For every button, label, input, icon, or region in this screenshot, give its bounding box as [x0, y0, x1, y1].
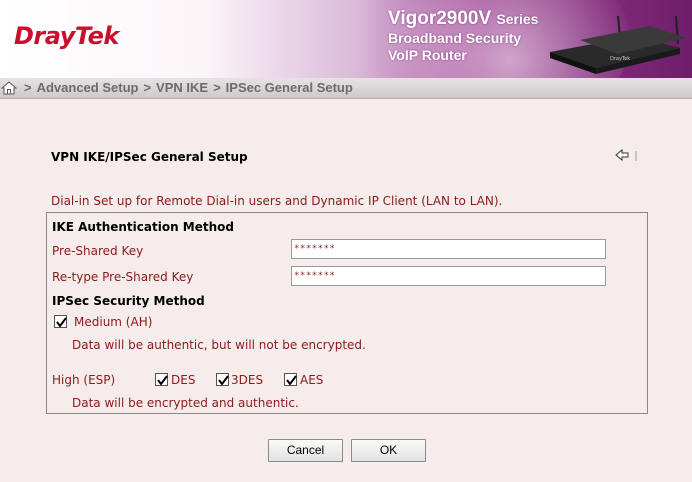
- cancel-button[interactable]: Cancel: [268, 439, 343, 462]
- aes-checkbox[interactable]: [284, 373, 297, 386]
- breadcrumb-trail: > Advanced Setup > VPN IKE > IPSec General Se…: [19, 80, 353, 95]
- retype-pre-shared-key-input[interactable]: [291, 266, 606, 286]
- retype-pre-shared-key-label: Re-type Pre-Shared Key: [52, 270, 194, 284]
- product-line-1: Broadband Security: [388, 30, 522, 46]
- 3des-checkbox[interactable]: [216, 373, 229, 386]
- ok-button[interactable]: OK: [351, 439, 426, 462]
- des-checkbox[interactable]: [155, 373, 168, 386]
- high-esp-note: Data will be encrypted and authentic.: [72, 396, 299, 410]
- intro-text: Dial-in Set up for Remote Dial-in users …: [51, 194, 503, 208]
- ike-auth-heading: IKE Authentication Method: [52, 220, 234, 234]
- header-banner: DrayTek Vigor2900V Series Broadband Secu…: [0, 0, 692, 78]
- breadcrumb-ipsec-general-setup: IPSec General Setup: [225, 80, 353, 95]
- product-name: Vigor2900V Series: [388, 8, 538, 30]
- high-esp-label: High (ESP): [52, 373, 116, 387]
- product-model: Vigor2900V: [388, 8, 492, 29]
- back-arrow-icon[interactable]: [614, 148, 638, 164]
- product-series: Series: [496, 11, 539, 27]
- breadcrumb-separator: >: [24, 80, 32, 95]
- checkmark-icon: [286, 375, 297, 386]
- router-image: DrayTek: [550, 15, 686, 74]
- breadcrumb-advanced-setup[interactable]: Advanced Setup: [37, 80, 139, 95]
- pre-shared-key-input[interactable]: [291, 239, 606, 259]
- aes-label: AES: [300, 373, 324, 387]
- page-title: VPN IKE/IPSec General Setup: [51, 150, 248, 164]
- checkmark-icon: [157, 375, 168, 386]
- medium-ah-label: Medium (AH): [74, 315, 153, 329]
- home-icon[interactable]: [1, 80, 17, 96]
- svg-text:DrayTek: DrayTek: [610, 56, 630, 62]
- pre-shared-key-label: Pre-Shared Key: [52, 244, 144, 258]
- breadcrumb-vpn-ike[interactable]: VPN IKE: [156, 80, 208, 95]
- 3des-label: 3DES: [231, 373, 264, 387]
- draytek-logo: DrayTek: [14, 22, 119, 50]
- breadcrumb-separator: >: [213, 80, 221, 95]
- checkmark-icon: [56, 317, 67, 328]
- breadcrumb-separator: >: [143, 80, 152, 95]
- checkmark-icon: [218, 375, 229, 386]
- medium-ah-note: Data will be authentic, but will not be …: [72, 338, 366, 352]
- des-label: DES: [171, 373, 196, 387]
- product-line-2: VoIP Router: [388, 47, 467, 63]
- ipsec-security-heading: IPSec Security Method: [52, 294, 205, 308]
- medium-ah-checkbox[interactable]: [54, 315, 67, 328]
- breadcrumb: > Advanced Setup > VPN IKE > IPSec General Se…: [0, 78, 692, 99]
